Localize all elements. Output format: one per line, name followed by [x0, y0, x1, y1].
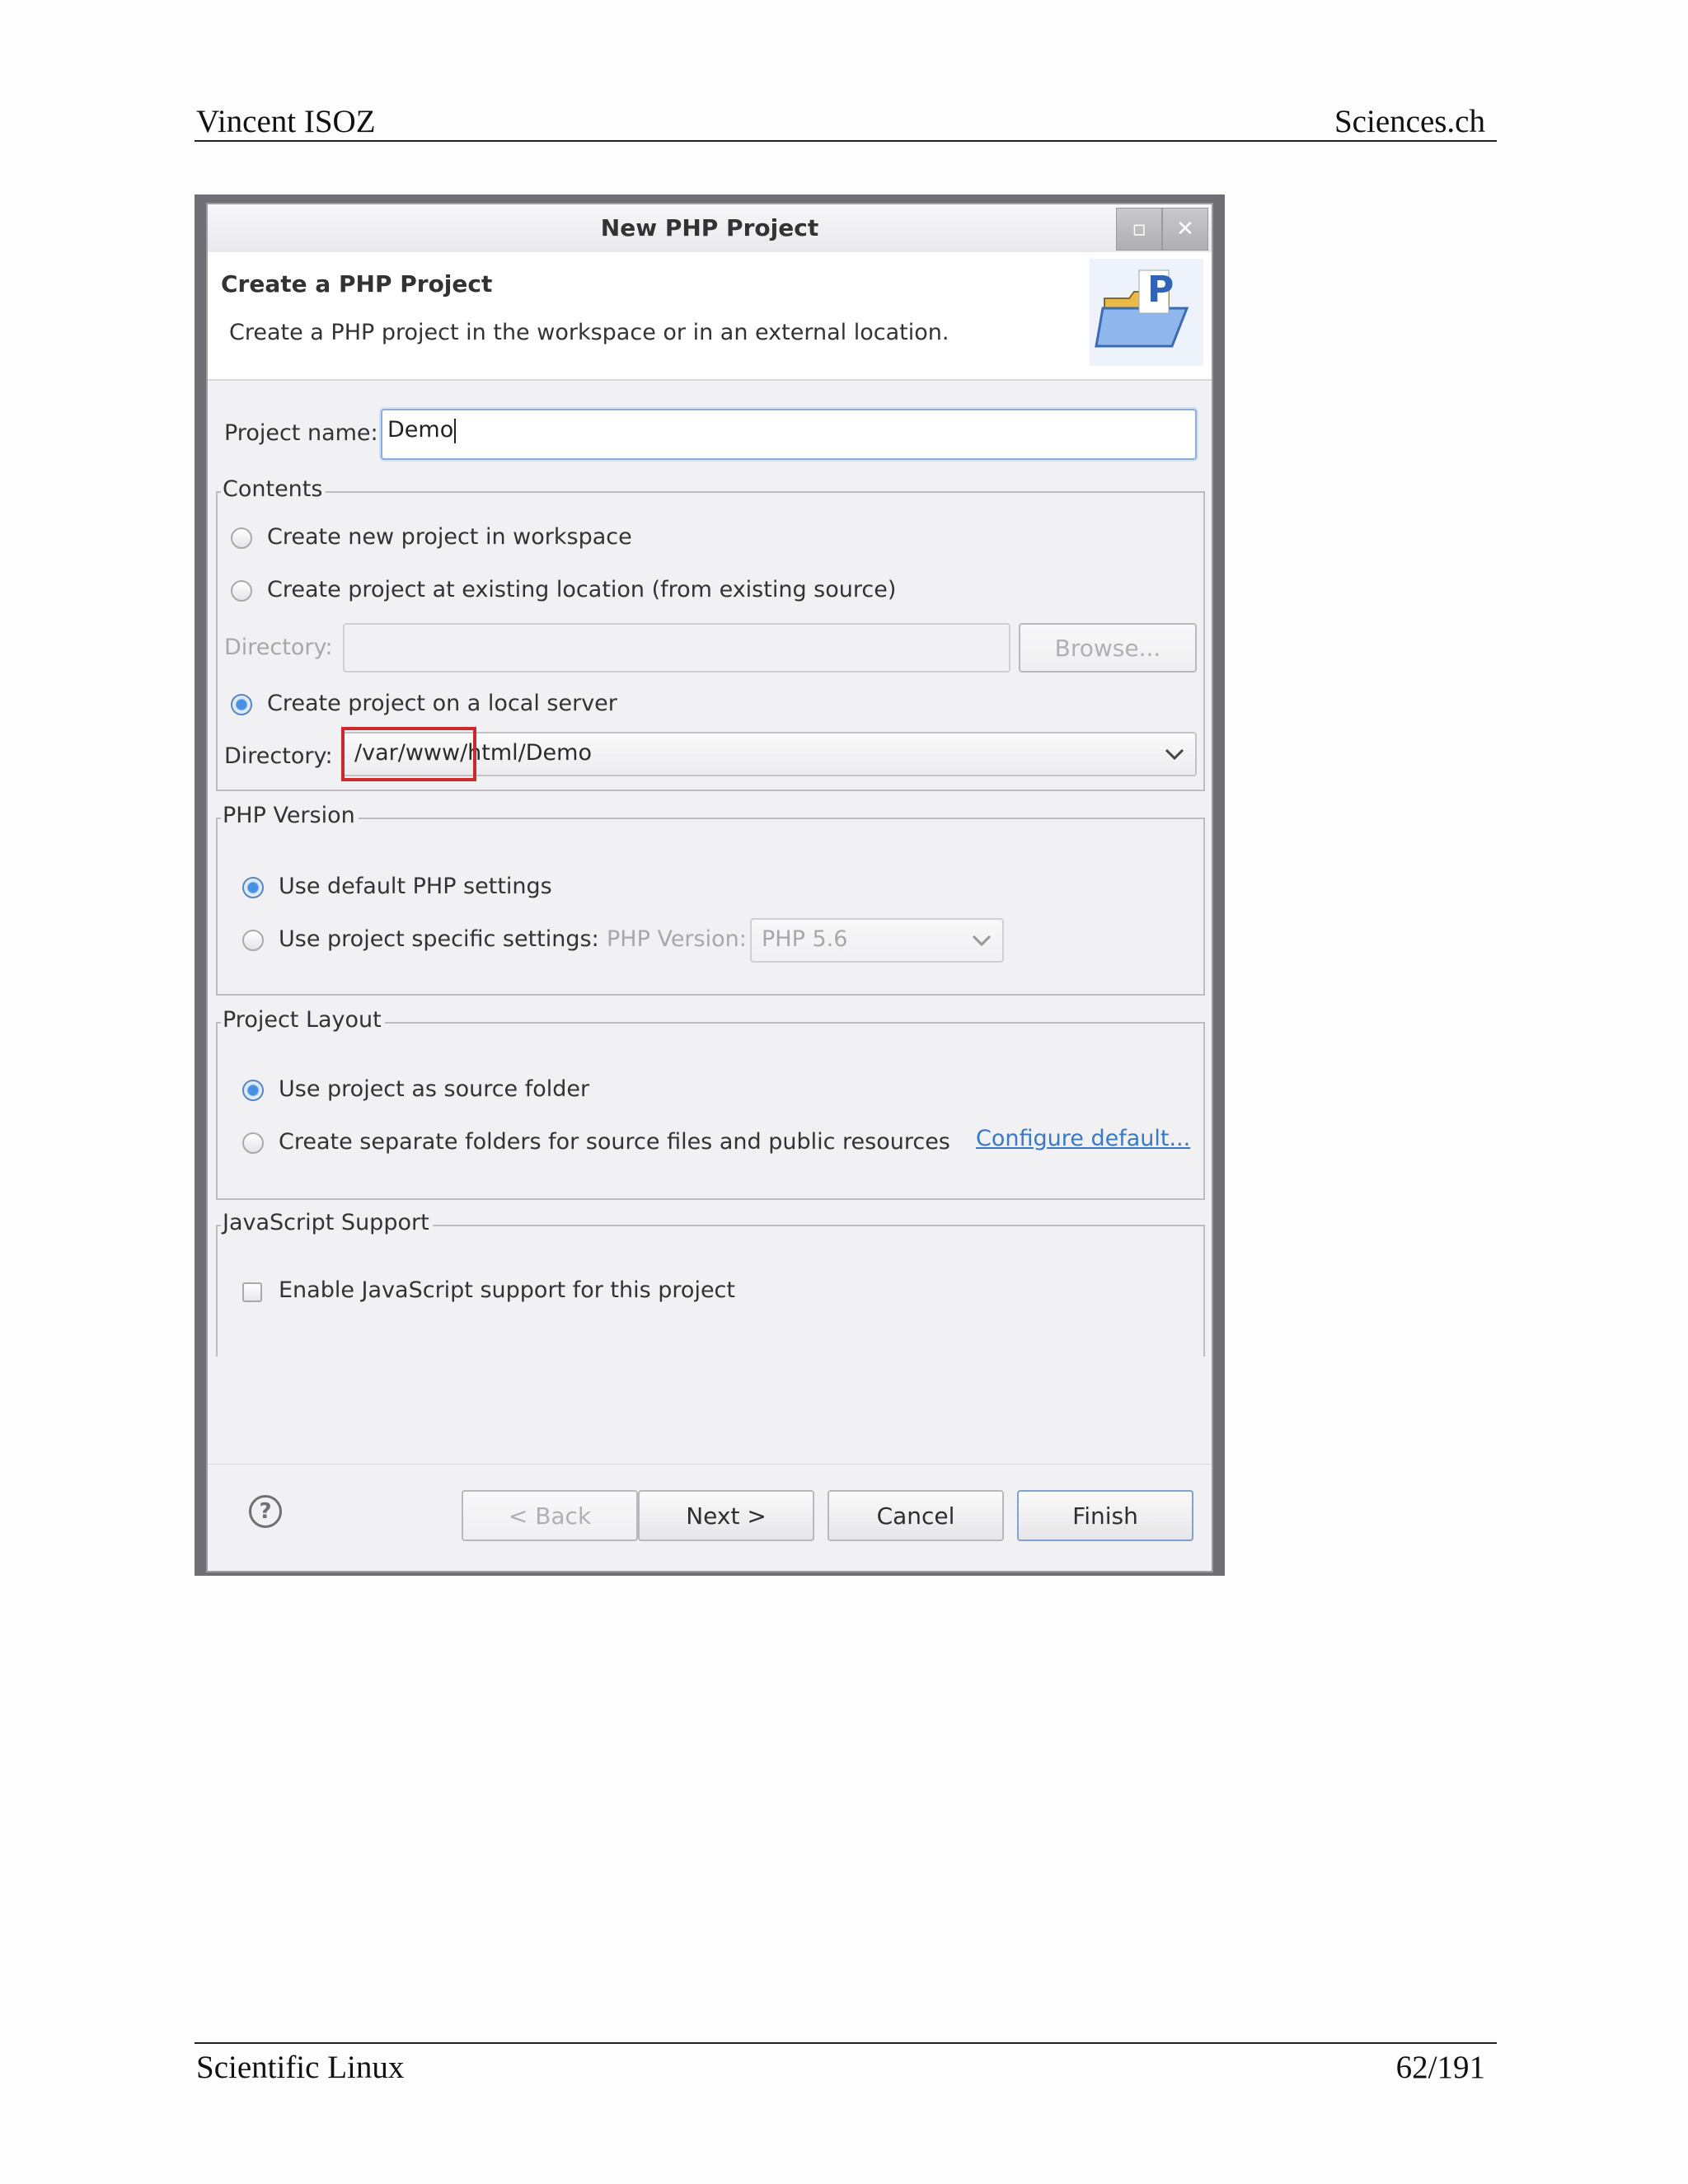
- highlight-box: [341, 727, 476, 781]
- radio-separate-folders[interactable]: [242, 1132, 264, 1154]
- javascript-group-title: JavaScript Support: [221, 1210, 433, 1235]
- close-button[interactable]: ✕: [1162, 208, 1208, 251]
- finish-button[interactable]: Finish: [1017, 1490, 1193, 1541]
- dialog-titlebar[interactable]: New PHP Project ▫ ✕: [208, 204, 1212, 253]
- project-layout-group: Project Layout: [216, 1007, 1205, 1200]
- banner-description: Create a PHP project in the workspace or…: [229, 320, 950, 345]
- radio-default-php[interactable]: [242, 877, 264, 898]
- php-folder-icon: P: [1090, 259, 1203, 366]
- project-layout-group-title: Project Layout: [221, 1007, 385, 1033]
- radio-local-server[interactable]: [231, 694, 252, 715]
- dialog-screenshot: New PHP Project ▫ ✕ Create a PHP Project…: [195, 194, 1225, 1576]
- php-version-select[interactable]: PHP 5.6: [750, 918, 1004, 963]
- header-site: Sciences.ch: [1334, 104, 1485, 139]
- chevron-down-icon: [972, 935, 992, 947]
- php-version-label: PHP Version:: [607, 926, 747, 952]
- chevron-down-icon: [1165, 748, 1184, 761]
- browse-button[interactable]: Browse...: [1019, 623, 1197, 673]
- text-caret: [454, 418, 457, 443]
- directory-label: Directory:: [224, 635, 333, 660]
- checkbox-javascript-label: Enable JavaScript support for this proje…: [279, 1277, 735, 1303]
- maximize-icon: ▫: [1132, 217, 1146, 241]
- project-name-value: Demo: [387, 417, 454, 443]
- radio-existing-location-label: Create project at existing location (fro…: [267, 577, 897, 602]
- help-button[interactable]: ?: [249, 1495, 282, 1528]
- php-version-value: PHP 5.6: [762, 926, 848, 952]
- new-php-project-dialog: New PHP Project ▫ ✕ Create a PHP Project…: [206, 203, 1213, 1572]
- contents-group-title: Contents: [221, 476, 326, 502]
- directory-input[interactable]: [343, 623, 1010, 673]
- php-version-group-title: PHP Version: [221, 803, 359, 828]
- close-icon: ✕: [1176, 217, 1194, 241]
- radio-separate-folders-label: Create separate folders for source files…: [279, 1129, 950, 1155]
- banner-title: Create a PHP Project: [221, 270, 493, 298]
- radio-source-folder-label: Use project as source folder: [279, 1076, 590, 1102]
- svg-text:P: P: [1147, 269, 1174, 311]
- configure-default-link[interactable]: Configure default...: [976, 1126, 1190, 1151]
- wizard-banner: Create a PHP Project Create a PHP projec…: [208, 252, 1212, 381]
- project-name-label: Project name:: [224, 420, 378, 446]
- header-author: Vincent ISOZ: [196, 104, 376, 139]
- local-directory-label: Directory:: [224, 743, 333, 769]
- php-version-group: PHP Version: [216, 803, 1205, 996]
- next-button[interactable]: Next >: [638, 1490, 814, 1541]
- radio-new-project-label: Create new project in workspace: [267, 524, 632, 550]
- radio-default-php-label: Use default PHP settings: [279, 874, 552, 899]
- page-header: Vincent ISOZ Sciences.ch: [195, 97, 1497, 142]
- footer-title: Scientific Linux: [196, 2049, 405, 2085]
- checkbox-javascript[interactable]: [242, 1282, 262, 1302]
- footer-page-number: 62/191: [1395, 2049, 1485, 2085]
- maximize-button[interactable]: ▫: [1116, 208, 1162, 251]
- radio-local-server-label: Create project on a local server: [267, 691, 617, 716]
- back-button[interactable]: < Back: [462, 1490, 638, 1541]
- radio-new-project[interactable]: [231, 527, 252, 549]
- help-icon: ?: [259, 1499, 272, 1524]
- cancel-button[interactable]: Cancel: [828, 1490, 1004, 1541]
- page-footer: Scientific Linux 62/191: [195, 2042, 1497, 2090]
- radio-specific-php[interactable]: [242, 930, 264, 951]
- radio-specific-php-label: Use project specific settings:: [279, 926, 599, 952]
- radio-source-folder[interactable]: [242, 1080, 264, 1101]
- button-bar-separator: [208, 1464, 1212, 1465]
- radio-existing-location[interactable]: [231, 580, 252, 602]
- project-name-input[interactable]: Demo: [381, 409, 1197, 460]
- dialog-title: New PHP Project: [600, 214, 819, 241]
